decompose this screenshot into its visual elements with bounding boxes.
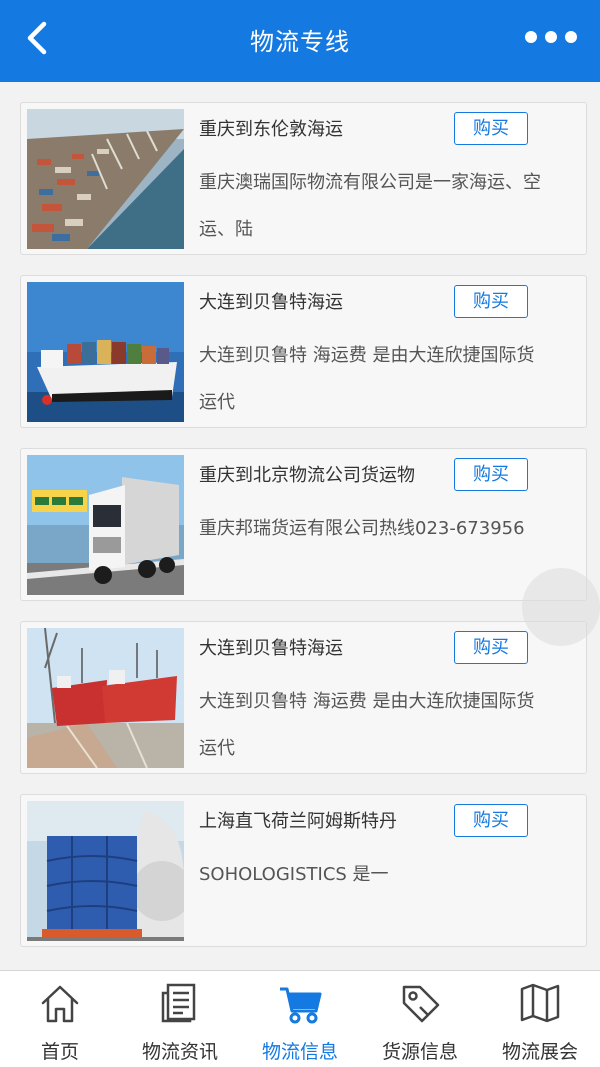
item-description: SOHOLOGISTICS 是一 [199,864,389,885]
item-description: 大连到贝鲁特 海运费 是由大连欣捷国际货运代 [199,345,535,413]
item-description: 大连到贝鲁特 海运费 是由大连欣捷国际货运代 [199,691,535,759]
air-cargo-photo [27,801,184,941]
container-ship-photo [27,282,184,422]
item-description: 重庆邦瑞货运有限公司热线023-673956 [199,518,525,539]
truck-photo [27,455,184,595]
tab-home[interactable]: 首页 [0,971,120,1067]
buy-button[interactable]: 购买 [454,285,528,318]
tab-label: 物流展会 [501,1041,578,1063]
item-title: 大连到贝鲁特海运 [199,292,343,313]
more-icon[interactable] [522,24,580,50]
list-item[interactable]: 大连到贝鲁特海运 购买 大连到贝鲁特 海运费 是由大连欣捷国际货运代 [20,621,587,774]
map-icon [518,981,562,1025]
news-icon [158,981,202,1025]
item-title: 上海直飞荷兰阿姆斯特丹 [199,811,397,832]
route-list: 重庆到东伦敦海运 购买 重庆澳瑞国际物流有限公司是一家海运、空运、陆 大连到贝鲁… [20,102,587,967]
page-title: 物流专线 [250,28,350,56]
tab-cargo-source[interactable]: 货源信息 [360,971,480,1067]
floating-action-circle[interactable] [522,568,600,646]
buy-button[interactable]: 购买 [454,458,528,491]
cart-icon [278,981,322,1025]
list-item[interactable]: 重庆到北京物流公司货运物 购买 重庆邦瑞货运有限公司热线023-673956 [20,448,587,601]
red-ships-photo [27,628,184,768]
tab-logistics-info[interactable]: 物流信息 [240,971,360,1067]
tab-label: 首页 [40,1041,79,1063]
home-icon [38,981,82,1025]
buy-button[interactable]: 购买 [454,112,528,145]
tab-label: 物流信息 [261,1041,338,1063]
item-title: 大连到贝鲁特海运 [199,638,343,659]
buy-button[interactable]: 购买 [454,631,528,664]
tab-news[interactable]: 物流资讯 [120,971,240,1067]
tag-icon [398,981,442,1025]
top-nav-bar: 物流专线 [0,0,600,82]
item-description: 重庆澳瑞国际物流有限公司是一家海运、空运、陆 [199,172,541,240]
buy-button[interactable]: 购买 [454,804,528,837]
port-cranes-photo [27,109,184,249]
item-title: 重庆到东伦敦海运 [199,119,343,140]
list-item[interactable]: 重庆到东伦敦海运 购买 重庆澳瑞国际物流有限公司是一家海运、空运、陆 [20,102,587,255]
list-item[interactable]: 上海直飞荷兰阿姆斯特丹 购买 SOHOLOGISTICS 是一 [20,794,587,947]
bottom-tab-bar: 首页 物流资讯 物流信息 货源信息 物流展会 [0,970,600,1067]
tab-label: 货源信息 [381,1041,458,1063]
tab-expo[interactable]: 物流展会 [480,971,600,1067]
list-item[interactable]: 大连到贝鲁特海运 购买 大连到贝鲁特 海运费 是由大连欣捷国际货运代 [20,275,587,428]
tab-label: 物流资讯 [141,1041,218,1063]
item-title: 重庆到北京物流公司货运物 [199,465,415,486]
